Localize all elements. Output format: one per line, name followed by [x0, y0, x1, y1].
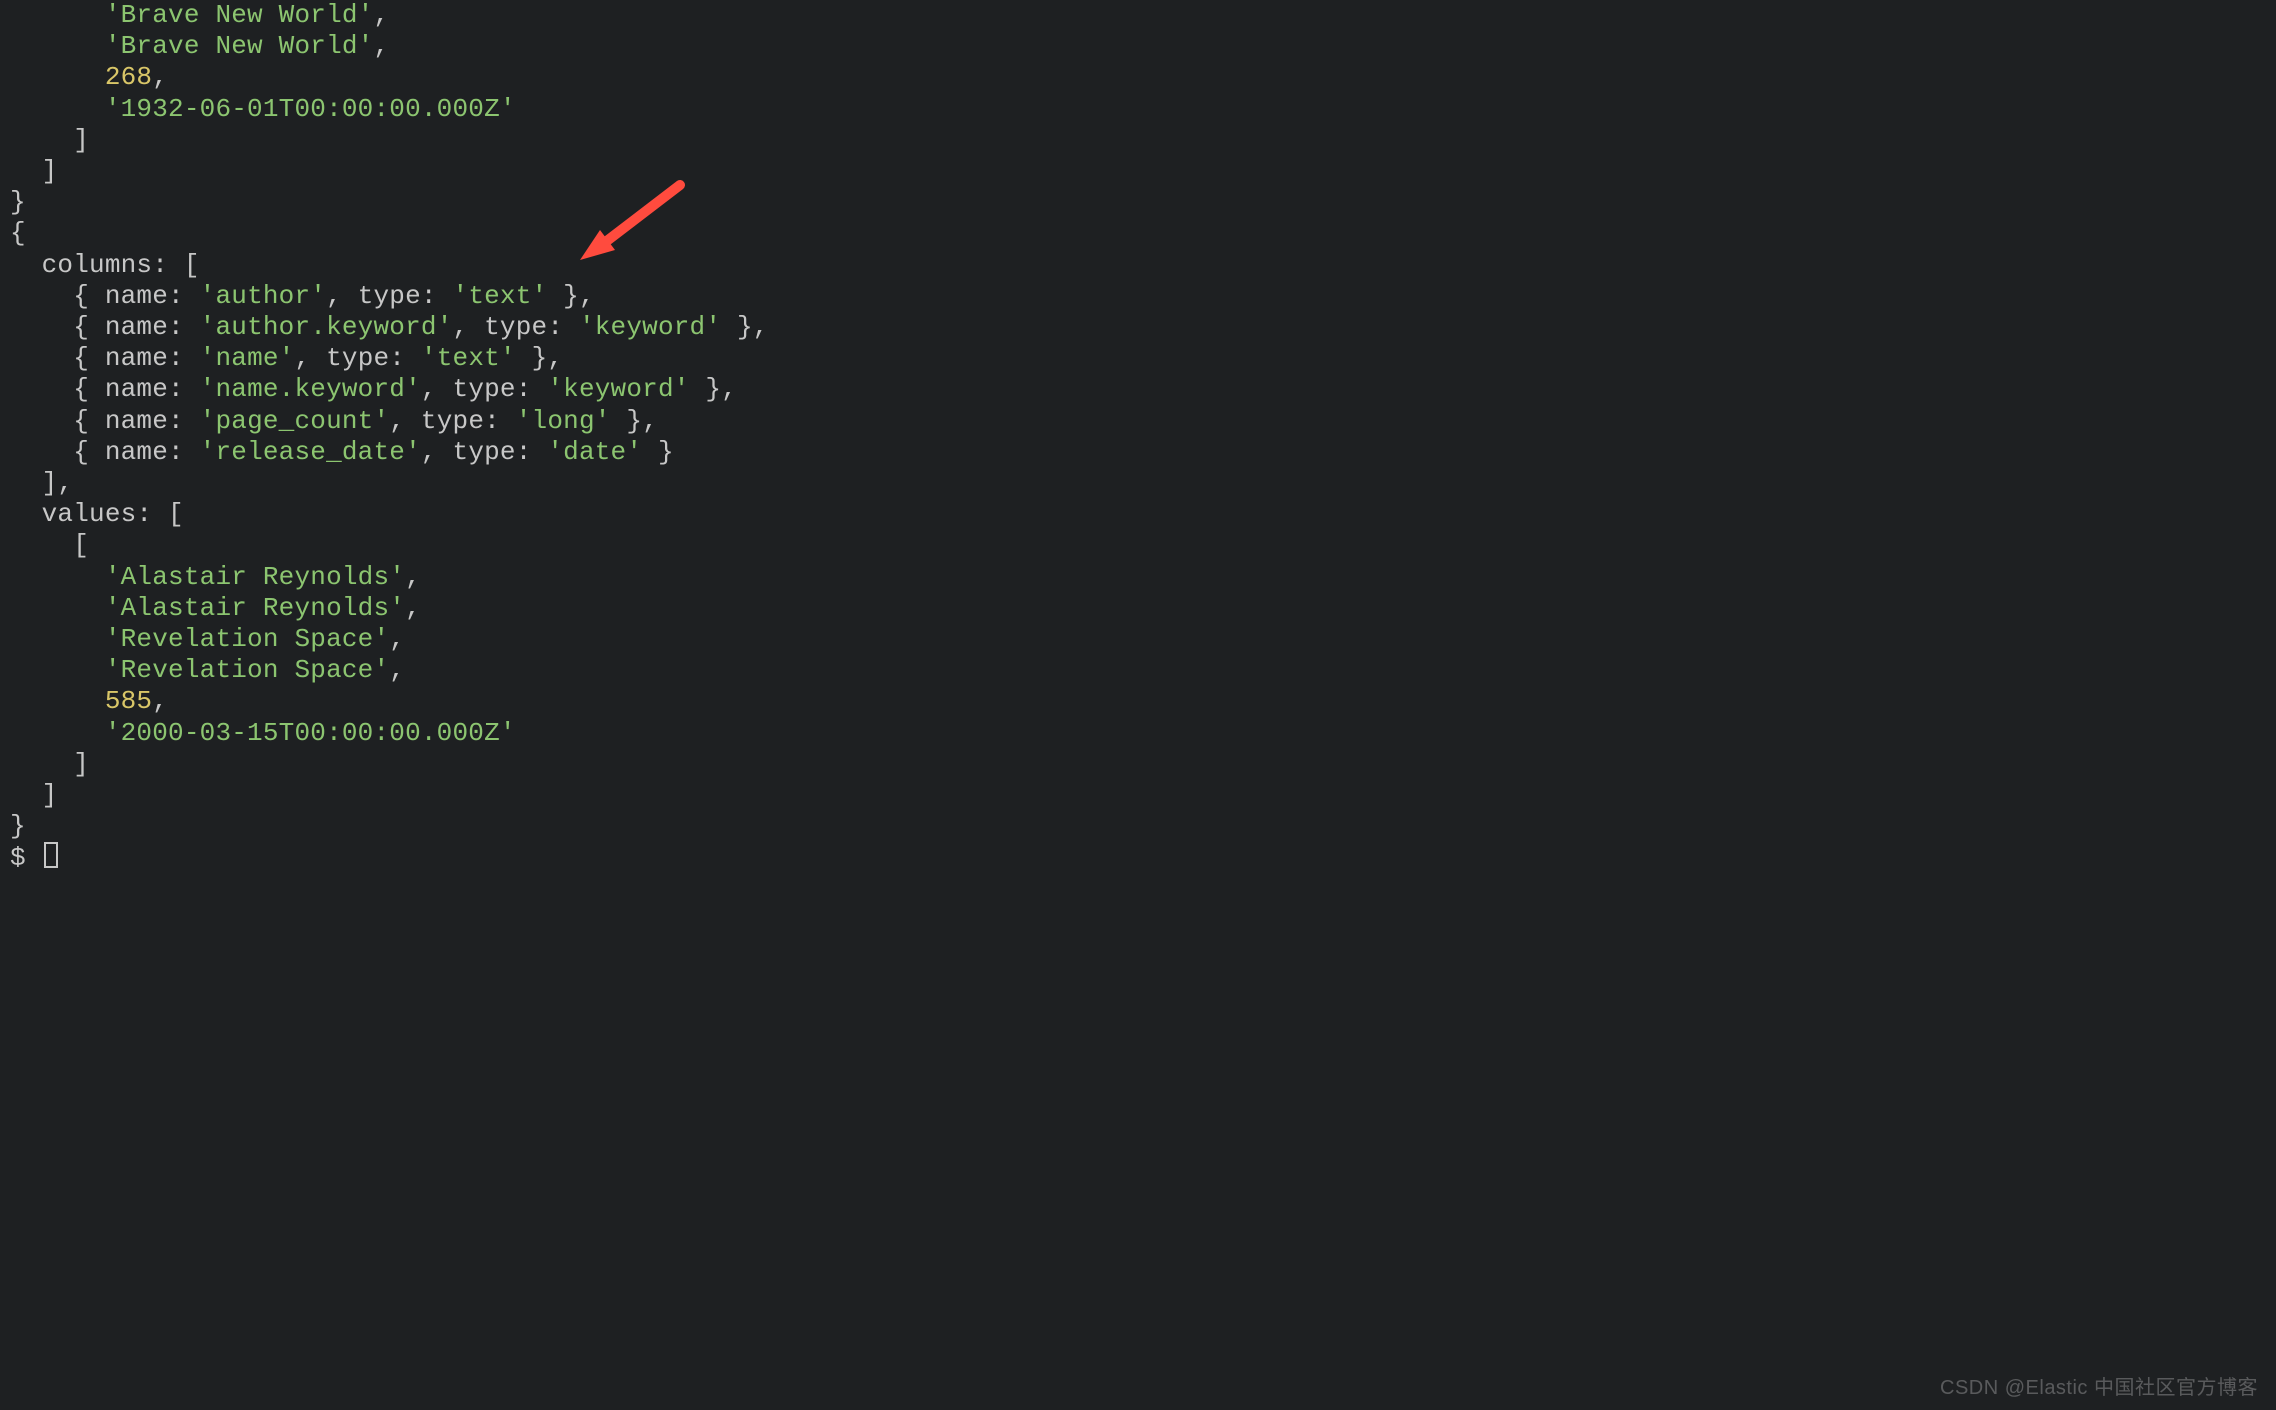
string-literal: 'Alastair Reynolds'	[105, 593, 405, 623]
col-type: 'date'	[547, 437, 642, 467]
col-name: 'name'	[200, 343, 295, 373]
string-literal: 'Revelation Space'	[105, 624, 389, 654]
shell-prompt[interactable]: $	[10, 843, 26, 873]
watermark: CSDN @Elastic 中国社区官方博客	[1940, 1371, 2258, 1400]
key-columns: columns:	[42, 250, 168, 280]
string-literal: 'Revelation Space'	[105, 655, 389, 685]
string-literal: '1932-06-01T00:00:00.000Z'	[105, 94, 516, 124]
col-name: 'release_date'	[200, 437, 421, 467]
string-literal: 'Brave New World'	[105, 0, 374, 30]
col-type: 'long'	[516, 406, 611, 436]
col-name: 'author'	[200, 281, 326, 311]
string-literal: 'Brave New World'	[105, 31, 374, 61]
col-name: 'page_count'	[200, 406, 390, 436]
string-literal: 'Alastair Reynolds'	[105, 562, 405, 592]
col-type: 'text'	[453, 281, 548, 311]
string-literal: '2000-03-15T00:00:00.000Z'	[105, 718, 516, 748]
cursor	[44, 842, 58, 868]
col-type: 'keyword'	[547, 374, 689, 404]
number-literal: 268	[105, 62, 152, 92]
terminal-output: 'Brave New World', 'Brave New World', 26…	[0, 0, 2276, 875]
key-values: values:	[42, 499, 153, 529]
col-type: 'keyword'	[579, 312, 721, 342]
col-type: 'text'	[421, 343, 516, 373]
col-name: 'name.keyword'	[200, 374, 421, 404]
number-literal: 585	[105, 686, 152, 716]
col-name: 'author.keyword'	[200, 312, 453, 342]
